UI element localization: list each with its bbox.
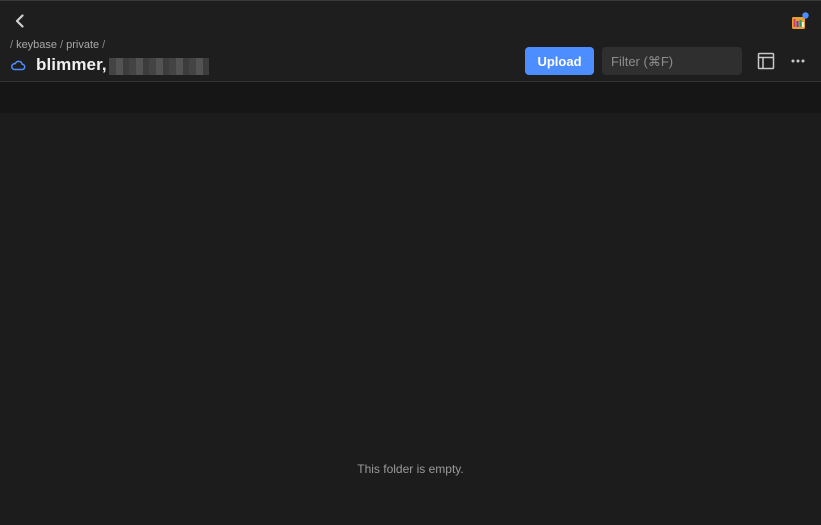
filter-field[interactable] <box>602 47 742 75</box>
panel-toggle-icon[interactable] <box>757 52 775 70</box>
breadcrumb-item-private[interactable]: private <box>66 39 99 51</box>
more-options-button[interactable] <box>787 51 809 71</box>
folder-title: blimmer, <box>36 55 107 74</box>
chevron-left-icon <box>15 14 24 28</box>
file-list-header <box>0 82 821 113</box>
file-list-area: This folder is empty. <box>0 113 821 525</box>
breadcrumb-separator: / <box>102 39 106 51</box>
breadcrumb-item-keybase[interactable]: keybase <box>16 39 57 51</box>
redacted-username <box>108 57 209 75</box>
window: / keybase / private / blimmer, Upload Fi… <box>0 0 821 525</box>
header-bar: / keybase / private / blimmer, Upload <box>0 1 821 82</box>
back-button[interactable] <box>10 11 30 31</box>
more-dots-icon <box>791 59 805 63</box>
cloud-icon <box>11 60 26 71</box>
breadcrumb: / keybase / private / <box>10 39 108 51</box>
folder-title-row: blimmer, <box>10 55 209 75</box>
breadcrumb-separator: / <box>60 39 64 51</box>
keybase-app-icon[interactable] <box>789 11 809 31</box>
filter-input[interactable] <box>611 53 733 69</box>
upload-button[interactable]: Upload <box>525 47 594 75</box>
empty-folder-message: This folder is empty. <box>357 462 464 476</box>
